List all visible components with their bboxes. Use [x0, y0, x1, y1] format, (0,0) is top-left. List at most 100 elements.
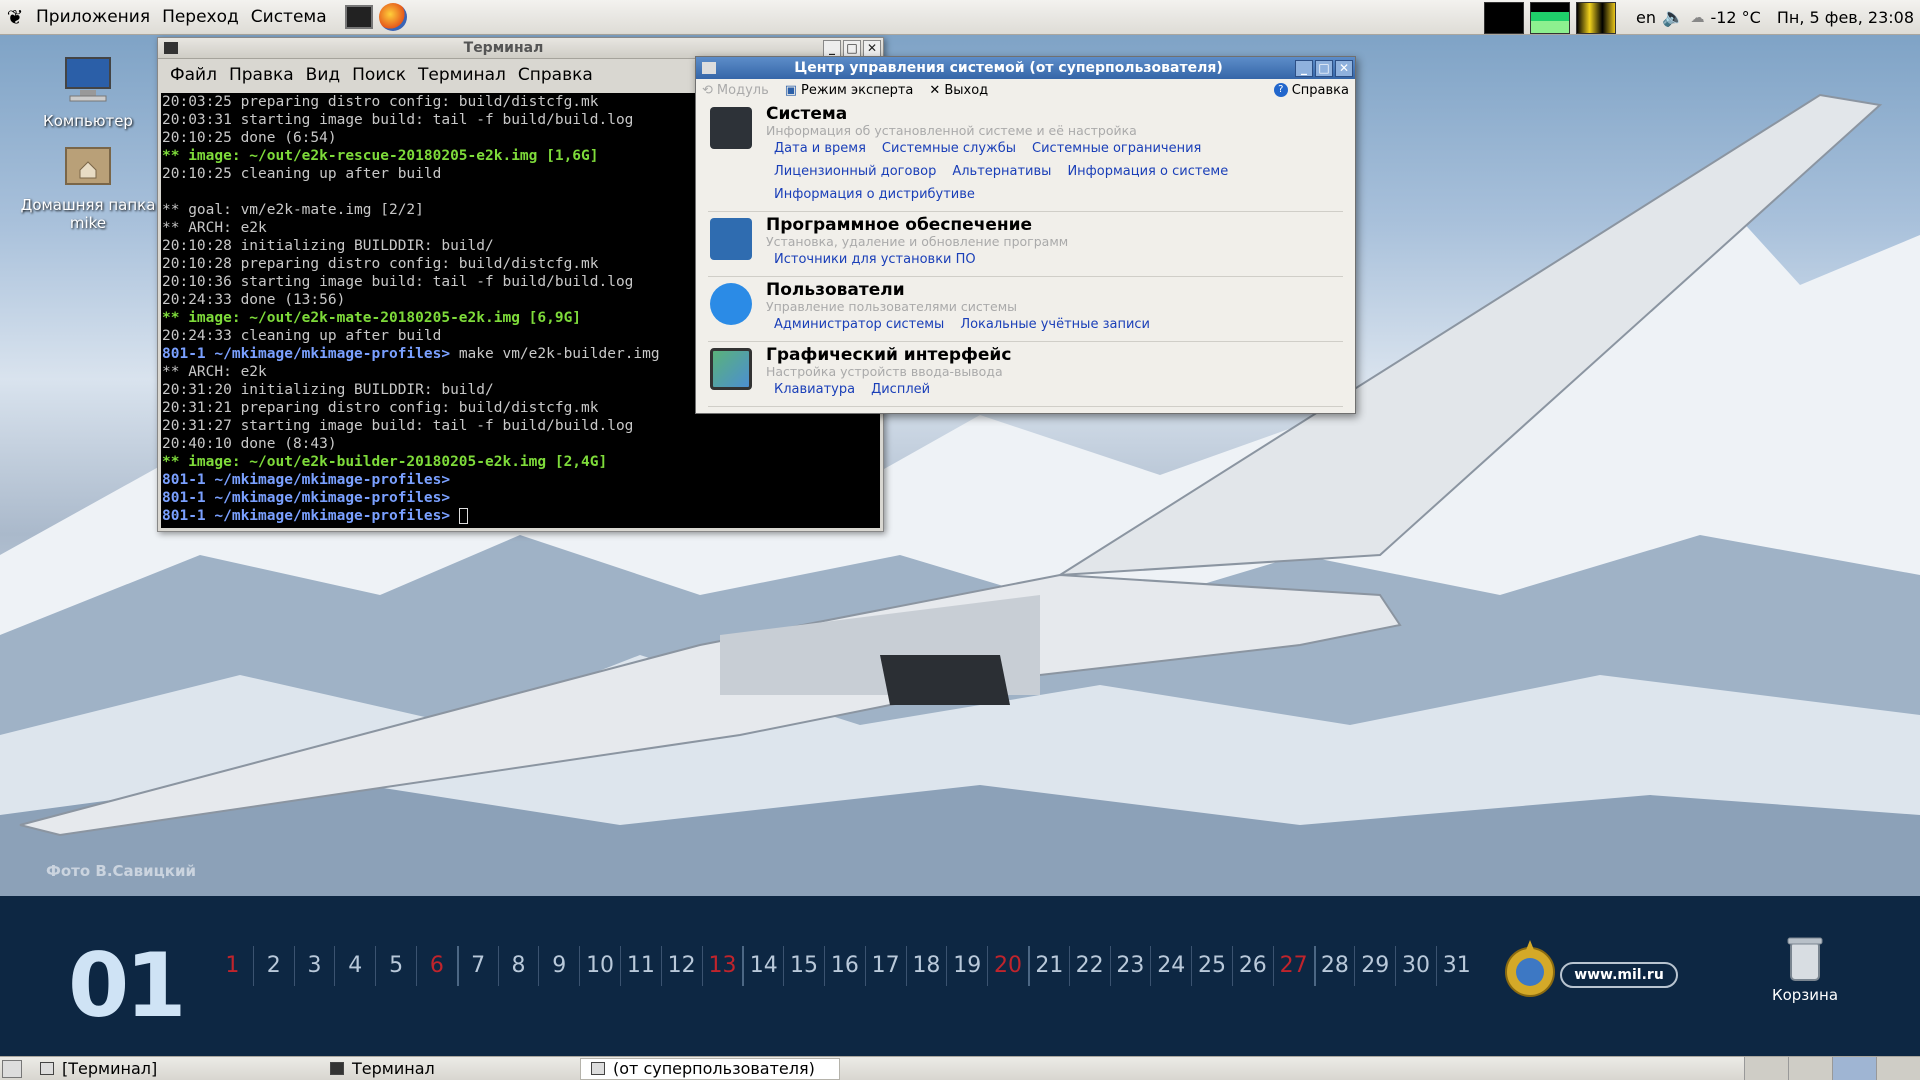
terminal-launcher-icon[interactable]: [344, 5, 373, 29]
terminal-line-text: 20:10:28 preparing distro config: build/…: [162, 256, 599, 272]
terminal-window-icon[interactable]: [164, 42, 178, 54]
firefox-launcher-icon[interactable]: [378, 3, 407, 31]
task-control-center[interactable]: (от суперпользователя): [580, 1057, 840, 1080]
desktop-icon-label: Домашняя папка mike: [20, 196, 156, 232]
menu-help[interactable]: Справка: [512, 65, 599, 85]
menu-edit[interactable]: Правка: [223, 65, 300, 85]
calendar-day: 21: [1027, 946, 1069, 986]
section-description: Информация об установленной системе и её…: [766, 123, 1137, 138]
trash-icon: [1787, 937, 1823, 981]
menu-view[interactable]: Вид: [300, 65, 346, 85]
terminal-line: ** image: ~/out/e2k-builder-20180205-e2k…: [162, 453, 880, 471]
workspace-2[interactable]: [1788, 1057, 1832, 1080]
terminal-line-text: ** image: ~/out/e2k-mate-20180205-e2k.im…: [162, 310, 582, 326]
section-links: Клавиатура Дисплей: [766, 379, 1343, 400]
weather-icon[interactable]: ☁: [1690, 10, 1704, 26]
menu-system[interactable]: Система: [245, 0, 333, 35]
terminal-line-text: ** ARCH: e2k: [162, 220, 267, 236]
desktop-icon-computer[interactable]: Компьютер: [18, 56, 158, 130]
menu-search[interactable]: Поиск: [346, 65, 412, 85]
volume-icon[interactable]: 🔈: [1662, 7, 1684, 28]
terminal-line-text: 20:31:27 starting image build: tail -f b…: [162, 418, 634, 434]
link-license[interactable]: Лицензионный договор: [774, 161, 936, 182]
control-center-window[interactable]: Центр управления системой (от суперпольз…: [695, 56, 1356, 414]
network-monitor[interactable]: [1576, 1, 1617, 34]
workspace-3[interactable]: [1832, 1057, 1876, 1080]
menu-terminal[interactable]: Терминал: [412, 65, 512, 85]
task-terminal-minimized[interactable]: [Терминал]: [30, 1058, 320, 1080]
help-button[interactable]: ? Справка: [1273, 83, 1349, 98]
module-button[interactable]: ⟲ Модуль: [702, 83, 769, 98]
control-center-title: Центр управления системой (от суперпольз…: [794, 60, 1223, 76]
terminal-line-text: 20:40:10 done (8:43): [162, 436, 337, 452]
task-terminal[interactable]: Терминал: [320, 1058, 580, 1080]
link-local-accounts[interactable]: Локальные учётные записи: [960, 314, 1150, 335]
show-desktop-icon[interactable]: [2, 1059, 22, 1078]
section-title[interactable]: Графический интерфейс: [766, 342, 1343, 365]
calendar-day: 12: [660, 946, 702, 986]
terminal-line-text: 20:31:20 initializing BUILDDIR: build/: [162, 382, 494, 398]
calendar-day: 19: [946, 946, 987, 986]
home-folder-icon: [65, 147, 111, 185]
keyboard-layout[interactable]: en: [1636, 8, 1656, 27]
maximize-button[interactable]: □: [1315, 59, 1333, 77]
close-button[interactable]: ✕: [1335, 59, 1353, 77]
terminal-task-icon: [330, 1062, 344, 1075]
calendar-strip: 01 1 2 3 4 5 6 7 8 9 10 11 12 13 14 15 16 17 18 19 20 21 22 23…: [0, 896, 1920, 1056]
calendar-day: 24: [1150, 946, 1191, 986]
workspace-switcher: [1744, 1057, 1920, 1080]
link-display[interactable]: Дисплей: [871, 379, 930, 400]
calendar-days: 1 2 3 4 5 6 7 8 9 10 11 12 13 14 15 16 17 18 19 20 21 22 23 24 2…: [212, 946, 1477, 986]
expert-mode-icon: ▣: [784, 82, 798, 98]
bottom-panel: [Терминал] Терминал (от суперпользовател…: [0, 1056, 1920, 1080]
terminal-line-text: 20:10:28 initializing BUILDDIR: build/: [162, 238, 494, 254]
terminal-line-text: 20:10:25 cleaning up after build: [162, 166, 442, 182]
link-software-sources[interactable]: Источники для установки ПО: [774, 249, 976, 270]
workspace-4[interactable]: [1876, 1057, 1920, 1080]
weather-temperature[interactable]: -12 °C: [1710, 8, 1760, 27]
link-date-time[interactable]: Дата и время: [774, 138, 866, 159]
calendar-day: 25: [1191, 946, 1232, 986]
cpu-monitor[interactable]: [1484, 1, 1525, 34]
expert-mode-button[interactable]: ▣ Режим эксперта: [785, 83, 914, 98]
clock[interactable]: Пн, 5 фев, 23:08: [1777, 8, 1914, 27]
terminal-line-text: 801-1 ~/mkimage/mkimage-profiles>: [162, 490, 451, 506]
link-system-services[interactable]: Системные службы: [882, 138, 1016, 159]
terminal-line-text: ** ARCH: e2k: [162, 364, 267, 380]
calendar-day: 27: [1272, 946, 1314, 986]
control-center-titlebar[interactable]: Центр управления системой (от суперпольз…: [696, 57, 1355, 79]
monitor-icon: [710, 348, 752, 390]
terminal-line: 20:40:10 done (8:43): [162, 435, 880, 453]
link-distro-info[interactable]: Информация о дистрибутиве: [774, 184, 975, 205]
calendar-day: 5: [375, 946, 416, 986]
terminal-line-text: ** image: ~/out/e2k-builder-20180205-e2k…: [162, 454, 608, 470]
link-system-limits[interactable]: Системные ограничения: [1032, 138, 1201, 159]
memory-monitor[interactable]: [1530, 1, 1571, 34]
menu-places[interactable]: Переход: [156, 0, 245, 35]
minimize-button[interactable]: _: [1295, 59, 1313, 77]
close-button[interactable]: ✕: [863, 39, 881, 57]
link-keyboard[interactable]: Клавиатура: [774, 379, 855, 400]
workspace-1[interactable]: [1744, 1057, 1788, 1080]
control-center-window-icon[interactable]: [702, 62, 716, 74]
link-alternatives[interactable]: Альтернативы: [952, 161, 1051, 182]
desktop-icon-home[interactable]: Домашняя папка mike: [18, 140, 158, 232]
distro-logo-icon[interactable]: ❦: [0, 5, 30, 29]
section-title[interactable]: Пользователи: [766, 277, 1343, 300]
calendar-day: 30: [1395, 946, 1436, 986]
trash-desktop-icon[interactable]: Корзина: [1760, 936, 1850, 1004]
menu-applications[interactable]: Приложения: [30, 0, 156, 35]
menu-file[interactable]: Файл: [164, 65, 223, 85]
calendar-day: 4: [334, 946, 375, 986]
section-users: Пользователи Управление пользователями с…: [708, 277, 1343, 342]
link-system-info[interactable]: Информация о системе: [1067, 161, 1228, 182]
section-title[interactable]: Система: [766, 101, 1343, 124]
link-system-admin[interactable]: Администратор системы: [774, 314, 944, 335]
calendar-day: 28: [1313, 946, 1355, 986]
maximize-button[interactable]: □: [843, 39, 861, 57]
terminal-line-text: ** goal: vm/e2k-mate.img [2/2]: [162, 202, 424, 218]
exit-button[interactable]: ✕ Выход: [929, 83, 988, 98]
minimize-button[interactable]: _: [823, 39, 841, 57]
section-title[interactable]: Программное обеспечение: [766, 212, 1343, 235]
terminal-title: Терминал: [463, 40, 544, 56]
